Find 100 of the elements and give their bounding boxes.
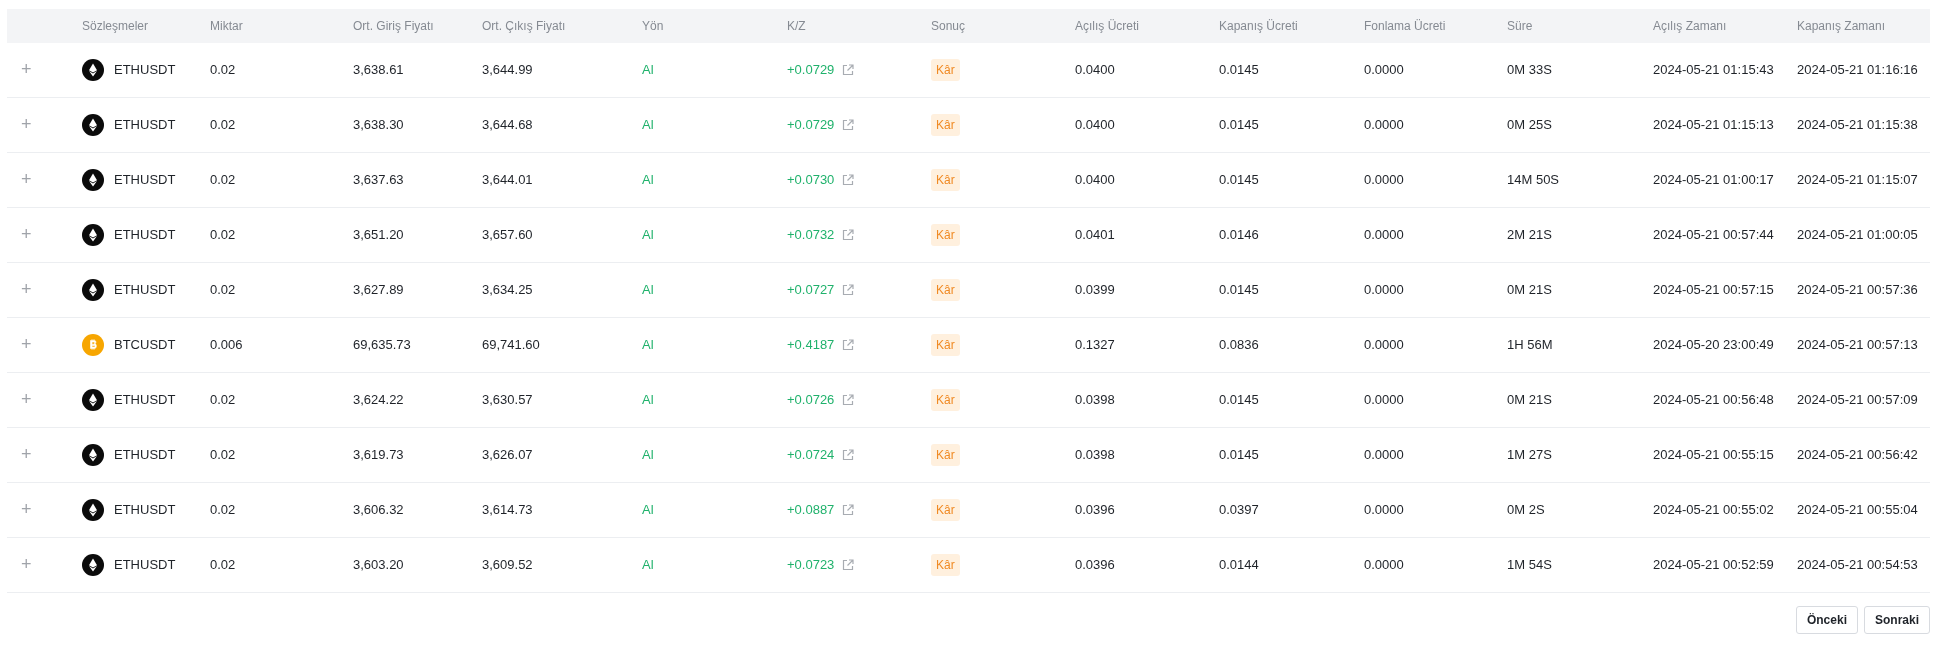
closing-fee-cell: 0.0146 (1219, 227, 1259, 243)
column-header: Kapanış Ücreti (1219, 19, 1298, 33)
close-time-cell: 2024-05-21 00:56:42 (1797, 447, 1918, 463)
ethereum-coin-icon (82, 499, 104, 521)
result-badge: Kâr (931, 279, 960, 301)
ethereum-coin-icon (82, 169, 104, 191)
opening-fee-cell: 0.0396 (1075, 502, 1115, 518)
expand-button[interactable]: + (21, 168, 32, 189)
result-badge: Kâr (931, 114, 960, 136)
entry-price-cell: 3,651.20 (353, 227, 404, 243)
expand-button[interactable]: + (21, 388, 32, 409)
side-cell: Al (642, 172, 654, 188)
contract-symbol: ETHUSDT (114, 501, 176, 520)
expand-button[interactable]: + (21, 278, 32, 299)
expand-button[interactable]: + (21, 223, 32, 244)
pnl-cell-text: +0.0729 (787, 116, 835, 135)
amount-cell: 0.02 (210, 227, 236, 243)
side-cell: Al (642, 557, 654, 573)
side-cell: Al (642, 62, 654, 78)
side-cell: Al (642, 227, 654, 243)
open-time-cell: 2024-05-21 00:55:02 (1653, 502, 1774, 518)
contract-symbol: ETHUSDT (114, 116, 176, 135)
duration-cell: 1M 54S (1507, 557, 1552, 573)
duration-cell: 1H 56M (1507, 337, 1553, 353)
share-icon[interactable] (842, 504, 855, 516)
contract-symbol: ETHUSDT (114, 61, 176, 80)
amount-cell: 0.02 (210, 282, 236, 298)
exit-price-cell: 3,614.73 (482, 502, 533, 518)
column-header: Miktar (210, 19, 243, 33)
entry-price-cell: 3,619.73 (353, 447, 404, 463)
exit-price-cell: 3,644.01 (482, 172, 533, 188)
expand-button[interactable]: + (21, 58, 32, 79)
share-icon[interactable] (842, 339, 855, 351)
opening-fee-cell: 0.1327 (1075, 337, 1115, 353)
opening-fee-cell: 0.0400 (1075, 62, 1115, 78)
funding-fee-cell: 0.0000 (1364, 557, 1404, 573)
result-badge: Kâr (931, 169, 960, 191)
close-time-cell: 2024-05-21 01:15:38 (1797, 117, 1918, 133)
pnl-cell-text: +0.0730 (787, 171, 835, 190)
expand-button[interactable]: + (21, 443, 32, 464)
next-button[interactable]: Sonraki (1864, 606, 1930, 634)
share-icon[interactable] (842, 229, 855, 241)
expand-button[interactable]: + (21, 113, 32, 134)
amount-cell: 0.02 (210, 392, 236, 408)
amount-cell: 0.02 (210, 502, 236, 518)
column-header: K/Z (787, 19, 806, 33)
open-time-cell: 2024-05-21 01:00:17 (1653, 172, 1774, 188)
side-cell: Al (642, 282, 654, 298)
opening-fee-cell: 0.0400 (1075, 117, 1115, 133)
share-icon[interactable] (842, 394, 855, 406)
closing-fee-cell: 0.0145 (1219, 447, 1259, 463)
result-badge: Kâr (931, 444, 960, 466)
share-icon[interactable] (842, 449, 855, 461)
result-badge: Kâr (931, 554, 960, 576)
exit-price-cell: 3,644.99 (482, 62, 533, 78)
ethereum-coin-icon (82, 444, 104, 466)
funding-fee-cell: 0.0000 (1364, 172, 1404, 188)
amount-cell: 0.02 (210, 62, 236, 78)
expand-button[interactable]: + (21, 553, 32, 574)
share-icon[interactable] (842, 64, 855, 76)
result-badge: Kâr (931, 334, 960, 356)
closing-fee-cell: 0.0145 (1219, 117, 1259, 133)
duration-cell: 0M 33S (1507, 62, 1552, 78)
result-badge: Kâr (931, 59, 960, 81)
result-badge: Kâr (931, 389, 960, 411)
ethereum-coin-icon (82, 114, 104, 136)
column-header: Sonuç (931, 19, 966, 33)
duration-cell: 0M 25S (1507, 117, 1552, 133)
amount-cell: 0.02 (210, 447, 236, 463)
contract-symbol: BTCUSDT (114, 336, 176, 355)
entry-price-cell: 3,638.30 (353, 117, 404, 133)
share-icon[interactable] (842, 119, 855, 131)
entry-price-cell: 3,606.32 (353, 502, 404, 518)
opening-fee-cell: 0.0401 (1075, 227, 1115, 243)
closing-fee-cell: 0.0836 (1219, 337, 1259, 353)
expand-button[interactable]: + (21, 333, 32, 354)
expand-button[interactable]: + (21, 498, 32, 519)
share-icon[interactable] (842, 284, 855, 296)
exit-price-cell: 3,630.57 (482, 392, 533, 408)
pnl-cell-text: +0.0887 (787, 501, 835, 520)
share-icon[interactable] (842, 174, 855, 186)
column-header: Süre (1507, 19, 1533, 33)
entry-price-cell: 69,635.73 (353, 337, 411, 353)
column-header: Açılış Ücreti (1075, 19, 1139, 33)
open-time-cell: 2024-05-21 00:56:48 (1653, 392, 1774, 408)
previous-button[interactable]: Önceki (1795, 606, 1858, 634)
open-time-cell: 2024-05-20 23:00:49 (1653, 337, 1774, 353)
funding-fee-cell: 0.0000 (1364, 392, 1404, 408)
share-icon[interactable] (842, 559, 855, 571)
contract-symbol: ETHUSDT (114, 446, 176, 465)
pnl-cell-text: +0.0723 (787, 556, 835, 575)
contract-symbol: ETHUSDT (114, 226, 176, 245)
exit-price-cell: 3,634.25 (482, 282, 533, 298)
duration-cell: 0M 21S (1507, 392, 1552, 408)
opening-fee-cell: 0.0396 (1075, 557, 1115, 573)
pnl-cell-text: +0.0724 (787, 446, 835, 465)
contract-symbol: ETHUSDT (114, 391, 176, 410)
open-time-cell: 2024-05-21 00:57:15 (1653, 282, 1774, 298)
funding-fee-cell: 0.0000 (1364, 282, 1404, 298)
close-time-cell: 2024-05-21 00:55:04 (1797, 502, 1918, 518)
